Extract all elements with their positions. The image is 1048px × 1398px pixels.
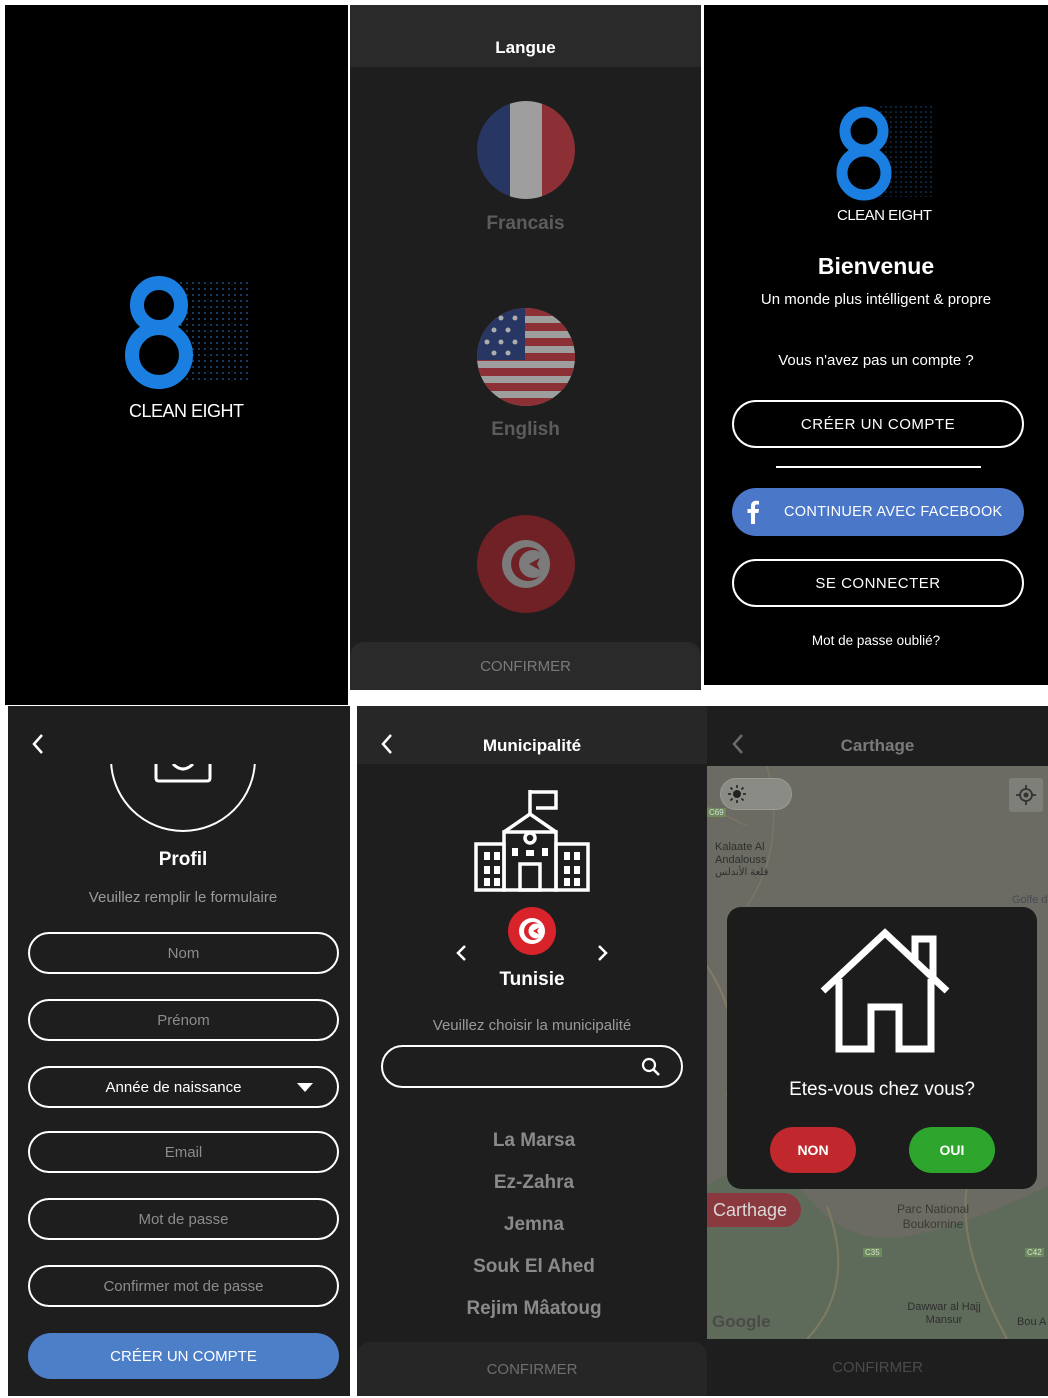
welcome-screen: CLEAN EIGHT Bienvenue Un monde plus inté…: [704, 5, 1048, 685]
confirm-button[interactable]: CONFIRMER: [350, 642, 701, 690]
clean-eight-logo: [836, 105, 934, 201]
search-icon[interactable]: [641, 1057, 661, 1077]
confirm-button[interactable]: CONFIRMER: [357, 1342, 707, 1396]
password-placeholder: Mot de passe: [138, 1210, 229, 1228]
name-field[interactable]: Nom: [28, 932, 339, 974]
welcome-title: Bienvenue: [817, 253, 935, 279]
create-account-label: CRÉER UN COMPTE: [800, 415, 956, 433]
welcome-brand-text: CLEAN EIGHT: [837, 207, 932, 224]
language-option-francais[interactable]: Francais: [350, 213, 701, 235]
facebook-label: CONTINUER AVEC FACEBOOK: [784, 504, 1003, 520]
page-title: Carthage: [840, 736, 915, 755]
road-label: C69: [707, 808, 726, 817]
first-name-field[interactable]: Prénom: [28, 999, 339, 1041]
place-label-bou: Bou A: [1017, 1316, 1047, 1328]
confirm-label: CONFIRMER: [480, 657, 571, 675]
facebook-button[interactable]: CONTINUER AVEC FACEBOOK: [732, 488, 1024, 536]
create-account-button[interactable]: CRÉER UN COMPTE: [732, 400, 1024, 448]
my-location-button[interactable]: [1009, 778, 1043, 812]
list-item[interactable]: La Marsa: [359, 1130, 707, 1152]
tunisia-flag: [508, 907, 556, 955]
no-button[interactable]: NON: [770, 1127, 856, 1173]
first-name-placeholder: Prénom: [157, 1011, 210, 1029]
location-chip: Carthage: [707, 1193, 802, 1227]
login-button[interactable]: SE CONNECTER: [732, 559, 1024, 607]
city-hall-icon: [474, 790, 590, 892]
road-label: C35: [863, 1248, 882, 1257]
chevron-right-icon[interactable]: [597, 944, 609, 962]
forgot-password-link[interactable]: Mot de passe oublié?: [704, 633, 1048, 648]
password-field[interactable]: Mot de passe: [28, 1198, 339, 1240]
list-item[interactable]: Jemna: [359, 1214, 707, 1236]
confirm-label: CONFIRMER: [486, 1360, 578, 1378]
dialog-question: Etes-vous chez vous?: [789, 1079, 975, 1100]
email-placeholder: Email: [164, 1143, 203, 1161]
yes-button[interactable]: OUI: [909, 1127, 995, 1173]
create-account-label: CRÉER UN COMPTE: [110, 1347, 257, 1365]
chevron-left-icon[interactable]: [455, 944, 467, 962]
splash-screen: CLEAN EIGHT: [5, 5, 348, 705]
no-label: NON: [797, 1142, 829, 1158]
dropdown-arrow-icon: [297, 1083, 313, 1092]
confirm-password-placeholder: Confirmer mot de passe: [103, 1277, 264, 1295]
page-title: Municipalité: [482, 736, 582, 755]
place-label-dawwar: Dawwar al Hajj Mansur: [907, 1301, 981, 1326]
list-item[interactable]: Rejim Mâatoug: [359, 1298, 707, 1320]
list-item[interactable]: Ez-Zahra: [359, 1172, 707, 1194]
email-field[interactable]: Email: [28, 1131, 339, 1173]
place-label-kalaate: Kalaate Al Andalouss: [715, 841, 767, 866]
place-label-parc: Parc National Boukornine: [896, 1202, 970, 1231]
facebook-icon: [747, 500, 759, 524]
road-label: C42: [1025, 1248, 1044, 1257]
form-instructions: Veuillez remplir le formulaire: [88, 889, 278, 906]
no-account-text: Vous n'avez pas un compte ?: [778, 352, 974, 369]
yes-label: OUI: [939, 1142, 965, 1158]
confirm-password-field[interactable]: Confirmer mot de passe: [28, 1265, 339, 1307]
name-placeholder: Nom: [167, 944, 200, 962]
create-account-button[interactable]: CRÉER UN COMPTE: [28, 1333, 339, 1379]
search-input[interactable]: [381, 1045, 683, 1088]
page-title: Langue: [495, 38, 556, 57]
birth-year-select[interactable]: Année de naissance: [28, 1066, 339, 1108]
usa-flag[interactable]: [477, 308, 575, 406]
france-flag[interactable]: [477, 101, 575, 199]
light-mode-toggle[interactable]: [720, 778, 792, 810]
confirm-button[interactable]: CONFIRMER: [707, 1339, 1048, 1396]
list-item[interactable]: Souk El Ahed: [359, 1256, 707, 1278]
confirm-label: CONFIRMER: [832, 1359, 923, 1376]
language-screen: Langue Francais English CONFIRMER: [350, 5, 701, 690]
house-icon: [820, 928, 950, 1053]
splash-brand-text: CLEAN EIGHT: [129, 401, 244, 421]
camera-icon[interactable]: [153, 764, 213, 786]
language-option-english[interactable]: English: [350, 419, 701, 441]
place-label-kalaate-arabic: قلعة الأندلس: [715, 867, 769, 878]
municipality-screen: Municipalité Tunisie Veuillez choisir la…: [357, 706, 707, 1396]
google-logo: Google: [712, 1312, 771, 1331]
location-chip-label: Carthage: [713, 1199, 788, 1220]
login-label: SE CONNECTER: [815, 574, 941, 592]
profile-label: Profil: [158, 849, 208, 870]
home-confirm-dialog: Etes-vous chez vous? NON OUI: [727, 907, 1037, 1189]
tunisia-flag[interactable]: [477, 515, 575, 613]
birth-year-label: Année de naissance: [105, 1078, 242, 1096]
avatar-mask: [103, 706, 263, 764]
country-name: Tunisie: [499, 969, 565, 990]
divider: [776, 466, 981, 468]
signup-screen: Créer un compte Profil Veuillez remplir …: [8, 706, 350, 1396]
sun-icon: [728, 785, 746, 803]
municipality-prompt: Veuillez choisir la municipalité: [432, 1017, 632, 1034]
crosshair-icon: [1016, 785, 1036, 805]
clean-eight-logo: [125, 276, 250, 389]
place-label-golfe: Golfe d: [1012, 894, 1048, 906]
welcome-subtitle: Un monde plus intélligent & propre: [760, 291, 992, 308]
map-screen: Carthage C69 Kalaate Al Andalouss قلعة ا…: [707, 706, 1048, 1396]
